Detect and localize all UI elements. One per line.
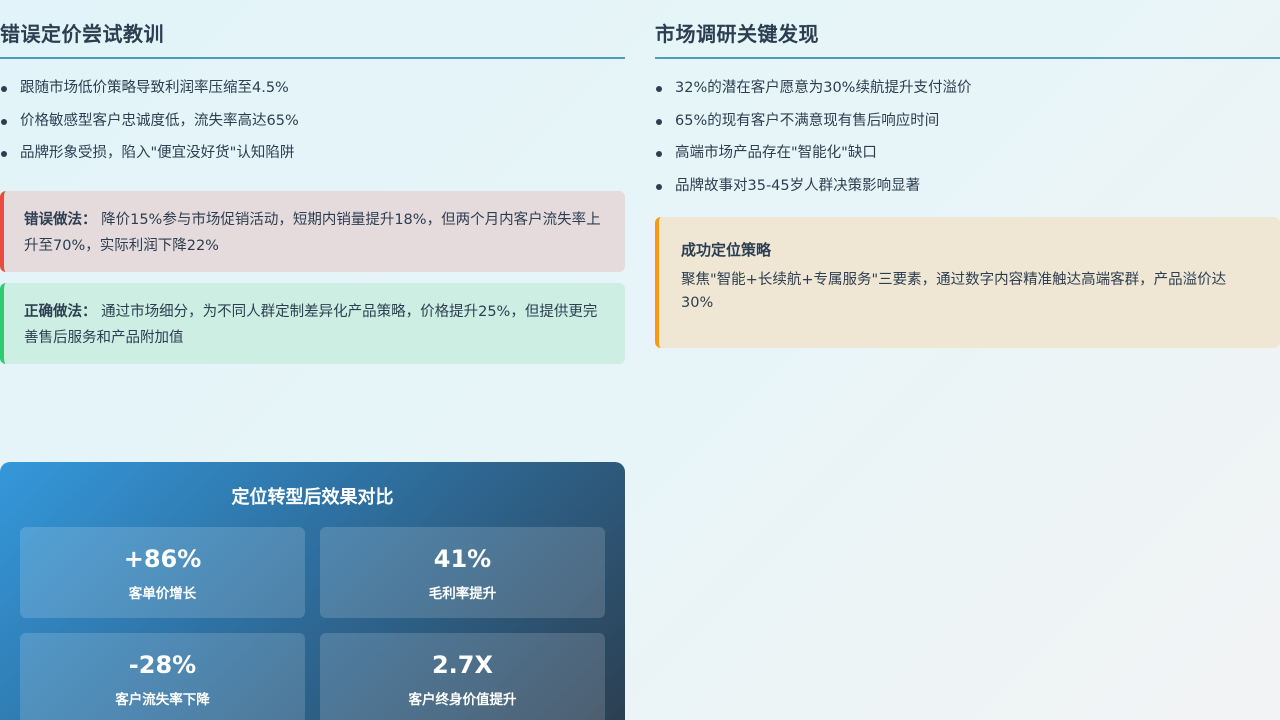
metric-label: 客户流失率下降 (115, 692, 210, 708)
metrics-grid: +86% 客单价增长 41% 毛利率提升 -28% 客户流失率下降 2.7X 客… (20, 527, 605, 720)
wrong-approach-text: 降价15%参与市场促销活动，短期内销量提升18%，但两个月内客户流失率上升至70… (24, 212, 601, 254)
metric-value: 41% (433, 545, 492, 573)
metric-value: 2.7X (431, 651, 494, 679)
metric-value: -28% (128, 651, 197, 679)
metric-card: -28% 客户流失率下降 (20, 633, 305, 720)
right-column: 市场调研关键发现 32%的潜在客户愿意为30%续航提升支付溢价 65%的现有客户… (655, 0, 1280, 348)
success-strategy-text: 聚焦"智能+长续航+专属服务"三要素，通过数字内容精准触达高端客群，产品溢价达3… (681, 271, 1227, 311)
success-strategy-title: 成功定位策略 (681, 240, 772, 259)
research-findings-list: 32%的潜在客户愿意为30%续航提升支付溢价 65%的现有客户不满意现有售后响应… (655, 78, 1280, 196)
success-strategy-callout: 成功定位策略 聚焦"智能+长续航+专属服务"三要素，通过数字内容精准触达高端客群… (655, 216, 1280, 348)
results-panel-title: 定位转型后效果对比 (231, 487, 394, 508)
list-item: 品牌形象受损，陷入"便宜没好货"认知陷阱 (0, 143, 625, 163)
metric-value: +86% (123, 545, 202, 573)
research-findings-title: 市场调研关键发现 (655, 0, 1280, 59)
left-column: 错误定价尝试教训 跟随市场低价策略导致利润率压缩至4.5% 价格敏感型客户忠诚度… (0, 0, 625, 364)
results-panel: 定位转型后效果对比 +86% 客单价增长 41% 毛利率提升 -28% 客户流失… (0, 462, 625, 720)
right-approach-callout: 正确做法： 通过市场细分，为不同人群定制差异化产品策略，价格提升25%，但提供更… (0, 283, 625, 364)
list-item: 品牌故事对35-45岁人群决策影响显著 (655, 176, 1280, 196)
list-item: 65%的现有客户不满意现有售后响应时间 (655, 111, 1280, 131)
metric-label: 毛利率提升 (428, 586, 497, 602)
list-item: 高端市场产品存在"智能化"缺口 (655, 143, 1280, 163)
metric-label: 客单价增长 (128, 586, 197, 602)
metric-card: 2.7X 客户终身价值提升 (320, 633, 605, 720)
metric-card: +86% 客单价增长 (20, 527, 305, 618)
list-item: 32%的潜在客户愿意为30%续航提升支付溢价 (655, 78, 1280, 98)
right-approach-label: 正确做法： (24, 304, 97, 320)
pricing-lessons-list: 跟随市场低价策略导致利润率压缩至4.5% 价格敏感型客户忠诚度低，流失率高达65… (0, 78, 625, 163)
right-approach-text: 通过市场细分，为不同人群定制差异化产品策略，价格提升25%，但提供更完善售后服务… (24, 304, 598, 346)
wrong-approach-callout: 错误做法： 降价15%参与市场促销活动，短期内销量提升18%，但两个月内客户流失… (0, 191, 625, 272)
metric-card: 41% 毛利率提升 (320, 527, 605, 618)
pricing-lessons-title: 错误定价尝试教训 (0, 0, 625, 59)
list-item: 跟随市场低价策略导致利润率压缩至4.5% (0, 78, 625, 98)
metric-label: 客户终身价值提升 (408, 692, 517, 708)
wrong-approach-label: 错误做法： (24, 212, 97, 228)
list-item: 价格敏感型客户忠诚度低，流失率高达65% (0, 111, 625, 131)
